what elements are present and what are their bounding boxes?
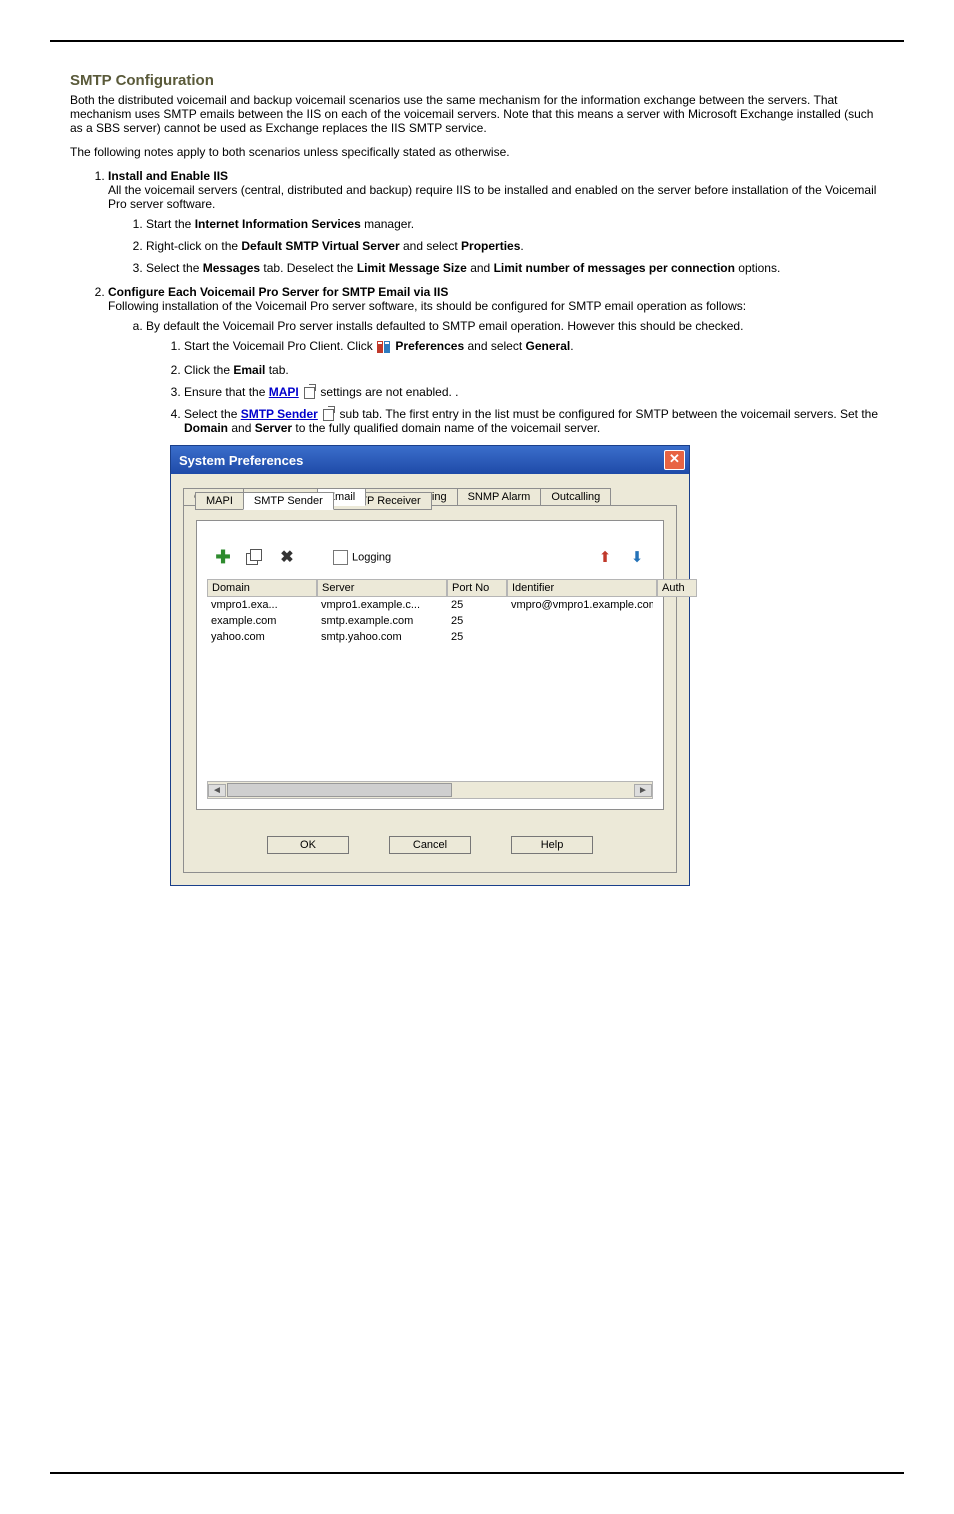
intro-para-1: Both the distributed voicemail and backu… bbox=[70, 93, 884, 135]
intro-para-2: The following notes apply to both scenar… bbox=[70, 145, 884, 159]
step-1-body: All the voicemail servers (central, dist… bbox=[108, 183, 876, 211]
mapi-link[interactable]: MAPI bbox=[269, 385, 299, 399]
tab-smtp-sender[interactable]: SMTP Sender bbox=[243, 492, 334, 510]
new-window-icon bbox=[323, 409, 334, 421]
step-2a-1: Start the Voicemail Pro Client. Click Pr… bbox=[184, 339, 884, 355]
move-up-icon[interactable]: ⬆ bbox=[595, 547, 615, 567]
step-1: Install and Enable IIS All the voicemail… bbox=[108, 169, 884, 275]
horizontal-scrollbar[interactable]: ◄ ► bbox=[207, 781, 653, 799]
step-1-2: Right-click on the Default SMTP Virtual … bbox=[146, 239, 884, 253]
dialog-buttons: OK Cancel Help bbox=[196, 836, 664, 854]
step-2a-2: Click the Email tab. bbox=[184, 363, 884, 377]
cancel-button[interactable]: Cancel bbox=[389, 836, 471, 854]
add-icon[interactable]: ✚ bbox=[213, 547, 233, 567]
step-1-1: Start the Internet Information Services … bbox=[146, 217, 884, 231]
step-2-body: Following installation of the Voicemail … bbox=[108, 299, 746, 313]
col-auth[interactable]: Auth bbox=[657, 579, 697, 597]
new-window-icon bbox=[304, 387, 315, 399]
tab-outcalling[interactable]: Outcalling bbox=[540, 488, 611, 506]
col-domain[interactable]: Domain bbox=[207, 579, 317, 597]
step-2a-sublist: Start the Voicemail Pro Client. Click Pr… bbox=[146, 339, 884, 435]
step-2-sublist: By default the Voicemail Pro server inst… bbox=[108, 319, 884, 435]
col-port[interactable]: Port No bbox=[447, 579, 507, 597]
smtp-sender-link[interactable]: SMTP Sender bbox=[241, 407, 318, 421]
smtp-grid: Domain Server Port No Identifier Auth vm… bbox=[207, 579, 653, 799]
table-row[interactable]: example.com smtp.example.com 25 None bbox=[207, 613, 653, 629]
table-row[interactable]: vmpro1.exa... vmpro1.example.c... 25 vmp… bbox=[207, 597, 653, 613]
step-1-3: Select the Messages tab. Deselect the Li… bbox=[146, 261, 884, 275]
logging-checkbox[interactable]: Logging bbox=[333, 550, 391, 565]
delete-icon[interactable]: ✖ bbox=[277, 547, 297, 567]
step-2-title: Configure Each Voicemail Pro Server for … bbox=[108, 285, 448, 299]
preferences-icon bbox=[376, 339, 392, 355]
step-2a: By default the Voicemail Pro server inst… bbox=[146, 319, 884, 435]
step-1-sublist: Start the Internet Information Services … bbox=[108, 217, 884, 275]
move-down-icon[interactable]: ⬇ bbox=[627, 547, 647, 567]
copy-icon[interactable] bbox=[245, 547, 265, 567]
smtp-toolbar: ✚ ✖ Logging ⬆ ⬇ bbox=[207, 539, 653, 579]
grid-header: Domain Server Port No Identifier Auth bbox=[207, 579, 653, 597]
dialog-title: System Preferences bbox=[179, 453, 303, 468]
page-title: SMTP Configuration bbox=[70, 72, 884, 89]
system-preferences-dialog: System Preferences ✕ General Directories… bbox=[170, 445, 690, 886]
close-button[interactable]: ✕ bbox=[664, 450, 685, 470]
ok-button[interactable]: OK bbox=[267, 836, 349, 854]
scroll-left-icon[interactable]: ◄ bbox=[208, 784, 226, 797]
step-2a-4: Select the SMTP Sender sub tab. The firs… bbox=[184, 407, 884, 435]
dialog-titlebar[interactable]: System Preferences ✕ bbox=[171, 446, 689, 474]
main-steps-list: Install and Enable IIS All the voicemail… bbox=[70, 169, 884, 435]
col-identifier[interactable]: Identifier bbox=[507, 579, 657, 597]
step-2a-3: Ensure that the MAPI settings are not en… bbox=[184, 385, 884, 399]
tab-snmp-alarm[interactable]: SNMP Alarm bbox=[457, 488, 542, 506]
scroll-right-icon[interactable]: ► bbox=[634, 784, 652, 797]
step-1-title: Install and Enable IIS bbox=[108, 169, 228, 183]
col-server[interactable]: Server bbox=[317, 579, 447, 597]
help-button[interactable]: Help bbox=[511, 836, 593, 854]
table-row[interactable]: yahoo.com smtp.yahoo.com 25 None bbox=[207, 629, 653, 645]
tab-mapi[interactable]: MAPI bbox=[195, 492, 244, 510]
step-2: Configure Each Voicemail Pro Server for … bbox=[108, 285, 884, 435]
